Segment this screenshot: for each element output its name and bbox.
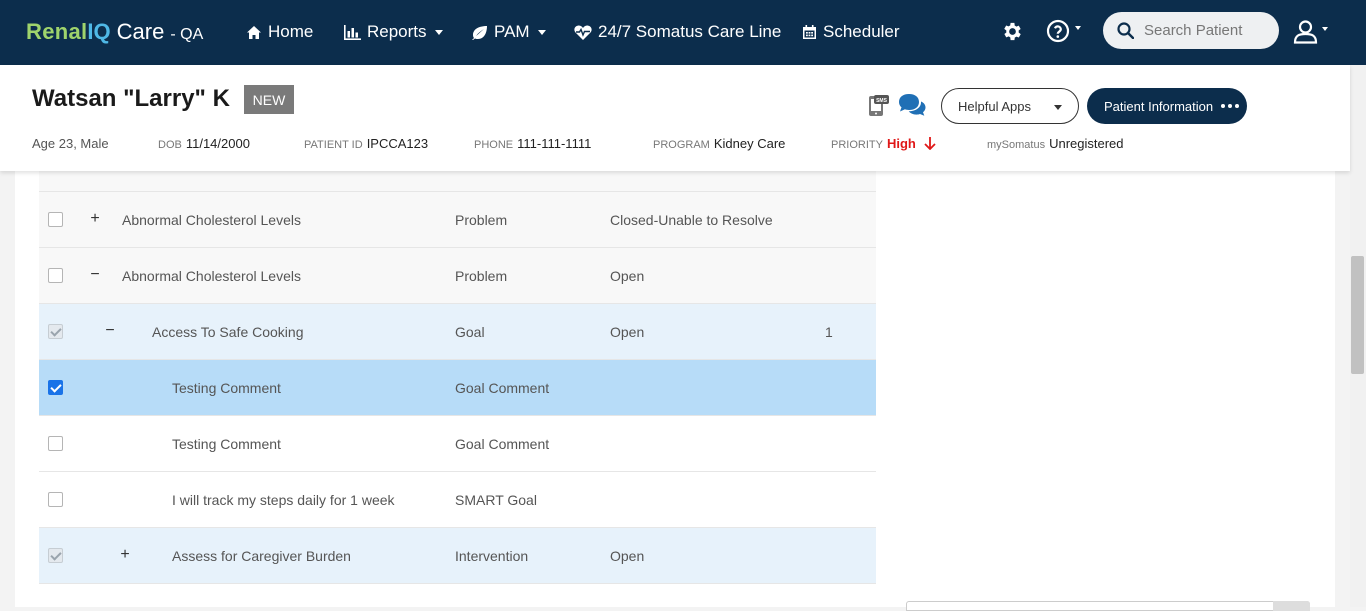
more-dots-icon [1221,104,1240,108]
help-menu[interactable] [1046,19,1081,43]
calendar-icon [803,25,816,39]
bar-chart-icon [344,24,361,40]
row-name: Assess for Caregiver Burden [172,548,351,564]
chevron-down-icon [1075,26,1081,30]
table-row[interactable]: + Abnormal Cholesterol Levels Problem Cl… [39,192,876,248]
heartbeat-icon [574,24,592,40]
table-row[interactable]: I will track my steps daily for 1 week S… [39,472,876,528]
helpful-apps-label: Helpful Apps [958,98,1031,114]
row-checkbox[interactable] [48,380,63,395]
patient-information-button[interactable]: Patient Information [1087,88,1247,124]
content-area: + Abnormal Cholesterol Levels Problem Cl… [0,136,1350,607]
patient-mysomatus: mySomatus Unregistered [987,136,1124,151]
table-row[interactable]: Testing Comment Goal Comment [39,416,876,472]
expand-plus-icon[interactable]: + [88,211,102,227]
top-navbar: Renal IQ Care - QA Home Reports PAM 24/7 … [0,0,1366,65]
collapse-minus-icon[interactable]: − [88,267,102,283]
patient-priority: PRIORITY High [831,136,937,151]
table-row[interactable]: + Assess for Caregiver Burden Interventi… [39,528,876,584]
row-type: Goal [455,324,485,340]
table-row[interactable]: − Access To Safe Cooking Goal Open 1 [39,304,876,360]
chevron-down-icon [537,29,546,35]
nav-scheduler-label: Scheduler [823,22,900,41]
row-status: Open [610,268,645,284]
row-type: Problem [455,212,508,228]
brand-env: - QA [170,26,204,43]
brand-iq: IQ [87,19,111,44]
row-checkbox[interactable] [48,436,63,451]
expand-plus-icon[interactable]: + [118,547,132,563]
table-row[interactable]: − Abnormal Cholesterol Levels Problem Op… [39,248,876,304]
helpful-apps-dropdown[interactable]: Helpful Apps [941,88,1079,124]
row-type: Goal Comment [455,380,550,396]
patient-dob: DOB 11/14/2000 [158,136,250,151]
brand-renal: Renal [26,19,88,44]
search-input[interactable] [1144,22,1274,39]
row-type: Problem [455,268,508,284]
row-status: Open [610,324,645,340]
user-icon [1293,20,1318,44]
home-icon [247,25,261,39]
patient-phone: PHONE 111-111-1111 [474,136,592,151]
side-panel-input-button[interactable] [1273,601,1310,611]
scrollbar-thumb[interactable] [1351,256,1364,374]
row-name: Access To Safe Cooking [152,324,304,340]
patient-search[interactable] [1103,12,1279,49]
patient-header: Watsan "Larry" K NEW SMS Helpful Apps Pa… [0,65,1350,171]
nav-scheduler[interactable]: Scheduler [802,22,900,42]
row-count: 1 [825,324,833,340]
leaf-icon [472,25,487,40]
row-name: Testing Comment [172,436,281,452]
chat-icon[interactable] [897,93,927,122]
nav-pam[interactable]: PAM [471,22,546,42]
row-checkbox[interactable] [48,548,63,563]
patient-name: Watsan "Larry" K [32,85,230,112]
user-menu[interactable] [1293,19,1328,44]
nav-home[interactable]: Home [246,22,313,42]
chevron-down-icon [434,29,443,35]
brand-logo[interactable]: Renal IQ Care - QA [26,19,203,45]
svg-text:SMS: SMS [876,98,888,104]
patient-program: PROGRAM Kidney Care [653,136,786,151]
row-checkbox[interactable] [48,324,63,339]
row-name: Abnormal Cholesterol Levels [122,268,301,284]
collapse-minus-icon[interactable]: − [103,323,117,339]
question-circle-icon [1046,19,1070,43]
nav-reports[interactable]: Reports [344,22,443,42]
status-badge: NEW [244,85,294,114]
nav-careline[interactable]: 24/7 Somatus Care Line [574,22,781,42]
brand-care: Care [116,19,165,44]
row-type: Goal Comment [455,436,550,452]
patient-age: Age 23, Male [32,136,109,151]
patient-information-label: Patient Information [1104,98,1214,114]
side-panel-input[interactable] [906,601,1310,611]
sms-icon[interactable]: SMS [867,95,889,122]
table-row-selected[interactable]: Testing Comment Goal Comment [39,360,876,416]
settings-gear-icon[interactable] [1001,20,1024,48]
row-checkbox[interactable] [48,268,63,283]
patient-id: PATIENT ID IPCCA123 [304,136,429,151]
row-status: Closed-Unable to Resolve [610,212,773,228]
row-checkbox[interactable] [48,212,63,227]
nav-home-label: Home [268,22,314,41]
row-status: Open [610,548,645,564]
row-name: Testing Comment [172,380,281,396]
row-name: I will track my steps daily for 1 week [172,492,395,508]
arrow-down-icon [924,137,937,151]
row-type: SMART Goal [455,492,537,508]
search-icon [1117,22,1134,39]
nav-careline-label: 24/7 Somatus Care Line [598,22,782,41]
row-type: Intervention [455,548,529,564]
row-name: Abnormal Cholesterol Levels [122,212,301,228]
chevron-down-icon [1322,26,1328,31]
nav-pam-label: PAM [494,22,530,41]
row-checkbox[interactable] [48,492,63,507]
chevron-down-icon [1054,105,1062,110]
nav-reports-label: Reports [367,22,427,41]
